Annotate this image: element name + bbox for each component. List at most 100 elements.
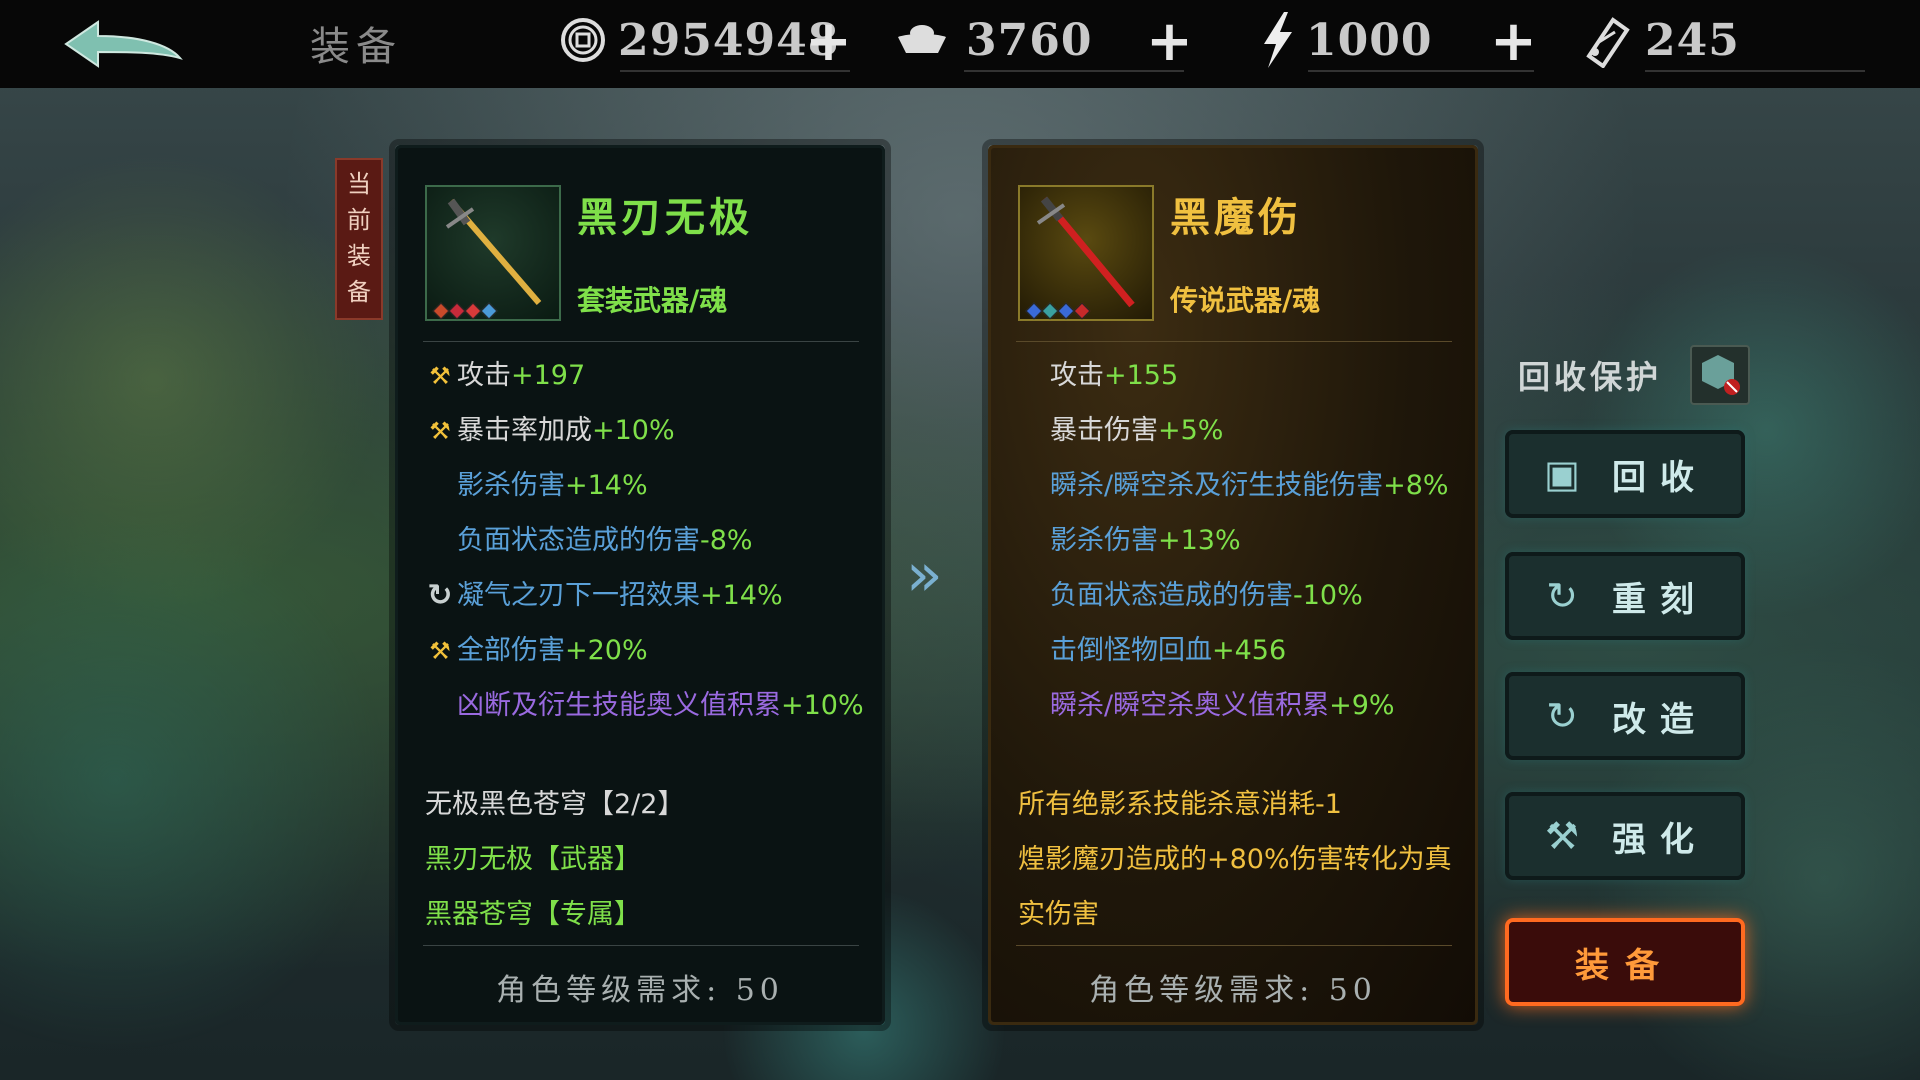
enhance-button[interactable]: ⚒ 强化 xyxy=(1505,792,1745,880)
recycle-button[interactable]: ▣ 回收 xyxy=(1505,430,1745,518)
stat-value: +456 xyxy=(1212,635,1287,666)
modify-button[interactable]: ↻ 改造 xyxy=(1505,672,1745,760)
stat-row: ↻ 凝气之刃下一招效果 +14% xyxy=(425,576,783,616)
gem-slot-icon xyxy=(1057,302,1075,320)
currency-tickets: 245 xyxy=(1575,10,1865,72)
set-title: 无极黑色苍穹【2/2】 xyxy=(425,789,685,820)
level-requirement: 角色等级需求: 50 xyxy=(496,973,784,1008)
add-silver-button[interactable]: + xyxy=(1146,14,1193,70)
stat-label: 攻击 xyxy=(1050,360,1104,391)
stat-value: +9% xyxy=(1329,690,1395,721)
red-sword-icon xyxy=(1036,196,1135,308)
stat-value: +14% xyxy=(700,580,783,611)
stamina-bolt-icon xyxy=(1264,12,1292,68)
gem-slot-icon xyxy=(1041,302,1059,320)
stat-value: -10% xyxy=(1293,580,1363,611)
stat-label: 凝气之刃下一招效果 xyxy=(457,580,700,611)
button-label: 强化 xyxy=(1612,819,1708,860)
stat-value: +197 xyxy=(511,360,586,391)
stat-label: 暴击伤害 xyxy=(1050,415,1158,446)
effect-line: 实伤害 xyxy=(1018,899,1099,930)
stat-value: +20% xyxy=(565,635,648,666)
item-icon-box[interactable] xyxy=(425,185,561,321)
hammer-icon: ⚒ xyxy=(429,362,451,390)
recycle-protect-toggle[interactable] xyxy=(1690,345,1750,405)
top-bar: 装备 2954948 + 3760 + 1000 + 245 xyxy=(0,0,1920,88)
stat-row: 负面状态造成的伤害 -8% xyxy=(425,521,753,561)
effect-line: 所有绝影系技能杀意消耗-1 xyxy=(1018,789,1342,820)
stat-row: ⚒ 全部伤害 +20% xyxy=(425,631,648,671)
currency-coins: 2954948 xyxy=(560,10,850,72)
stat-row: 攻击 +155 xyxy=(1018,356,1178,396)
divider xyxy=(1016,341,1452,342)
stat-row: 影杀伤害 +14% xyxy=(425,466,648,506)
stat-row: ⚒ 暴击率加成 +10% xyxy=(425,411,675,451)
button-label: 重刻 xyxy=(1612,579,1708,620)
stat-label: 瞬杀/瞬空杀及衍生技能伤害 xyxy=(1050,470,1384,501)
stat-label: 影杀伤害 xyxy=(1050,525,1158,556)
current-equipment-tag: 当前装备 xyxy=(335,158,383,320)
stat-row: ⚒ 攻击 +197 xyxy=(425,356,585,396)
item-type: 套装武器/魂 xyxy=(577,284,728,317)
gem-slot-icon xyxy=(1025,302,1043,320)
gem-slots xyxy=(432,302,498,320)
lock-cube-icon xyxy=(1702,355,1740,395)
current-item-panel: 黑刃无极 套装武器/魂 ⚒ 攻击 +197 ⚒ 暴击率加成 +10% 影杀伤害 +14% 负面状… xyxy=(389,139,891,1031)
equip-button[interactable]: 装备 xyxy=(1505,918,1745,1006)
modify-icon: ↻ xyxy=(1546,694,1578,738)
effect-line: 煌影魔刃造成的+80%伤害转化为真 xyxy=(1018,844,1452,875)
stat-label: 凶断及衍生技能奥义值积累 xyxy=(457,690,781,721)
stat-label: 瞬杀/瞬空杀奥义值积累 xyxy=(1050,690,1330,721)
item-name: 黑魔伤 xyxy=(1170,194,1302,241)
button-label: 回收 xyxy=(1612,457,1708,498)
stamina-amount: 1000 xyxy=(1306,14,1433,66)
hammer-icon: ⚒ xyxy=(429,417,451,445)
currency-silver: 3760 xyxy=(892,10,1184,72)
recycle-protect-label: 回收保护 xyxy=(1518,358,1663,396)
enhance-icon: ⚒ xyxy=(1544,814,1580,858)
gem-slot-icon xyxy=(480,302,498,320)
reforge-icon: ↻ xyxy=(1546,574,1578,618)
currency-stamina: 1000 xyxy=(1258,10,1534,72)
add-stamina-button[interactable]: + xyxy=(1490,14,1537,70)
back-arrow-icon[interactable] xyxy=(58,14,188,74)
add-coins-button[interactable]: + xyxy=(805,14,852,70)
button-label: 装备 xyxy=(1575,945,1675,986)
stat-value: +8% xyxy=(1383,470,1449,501)
item-type: 传说武器/魂 xyxy=(1170,284,1321,317)
refresh-icon: ↻ xyxy=(427,578,453,613)
gem-slots xyxy=(1025,302,1091,320)
ticket-amount: 245 xyxy=(1645,14,1740,66)
gem-slot-icon xyxy=(1073,302,1091,320)
stat-row: 瞬杀/瞬空杀奥义值积累 +9% xyxy=(1018,686,1395,726)
stat-value: -8% xyxy=(700,525,753,556)
ticket-icon xyxy=(1586,17,1630,68)
stat-value: +10% xyxy=(781,690,864,721)
stat-row: 负面状态造成的伤害 -10% xyxy=(1018,576,1363,616)
recycle-icon: ▣ xyxy=(1544,452,1580,496)
stat-row: 瞬杀/瞬空杀及衍生技能伤害 +8% xyxy=(1018,466,1449,506)
stat-label: 暴击率加成 xyxy=(457,415,592,446)
button-label: 改造 xyxy=(1612,699,1708,740)
sword-icon xyxy=(445,198,542,305)
set-item: 黑器苍穹【专属】 xyxy=(425,899,641,930)
silver-ingot-icon xyxy=(898,25,946,53)
silver-amount: 3760 xyxy=(966,14,1093,66)
stat-row: 影杀伤害 +13% xyxy=(1018,521,1241,561)
ticket-underline xyxy=(1645,70,1865,72)
stat-label: 击倒怪物回血 xyxy=(1050,635,1212,666)
item-icon-box[interactable] xyxy=(1018,185,1154,321)
divider xyxy=(1016,945,1452,946)
reforge-button[interactable]: ↻ 重刻 xyxy=(1505,552,1745,640)
divider xyxy=(423,341,859,342)
stat-row: 击倒怪物回血 +456 xyxy=(1018,631,1286,671)
hammer-icon: ⚒ xyxy=(429,637,451,665)
gem-slot-icon xyxy=(464,302,482,320)
stat-row: 暴击伤害 +5% xyxy=(1018,411,1223,451)
stat-value: +10% xyxy=(592,415,675,446)
coin-icon xyxy=(561,18,605,62)
stat-label: 攻击 xyxy=(457,360,511,391)
compare-arrow-icon: » xyxy=(906,540,943,610)
gem-slot-icon xyxy=(448,302,466,320)
compared-item-panel: 黑魔伤 传说武器/魂 攻击 +155 暴击伤害 +5% 瞬杀/瞬空杀及衍生技能伤害 +8%… xyxy=(982,139,1484,1031)
